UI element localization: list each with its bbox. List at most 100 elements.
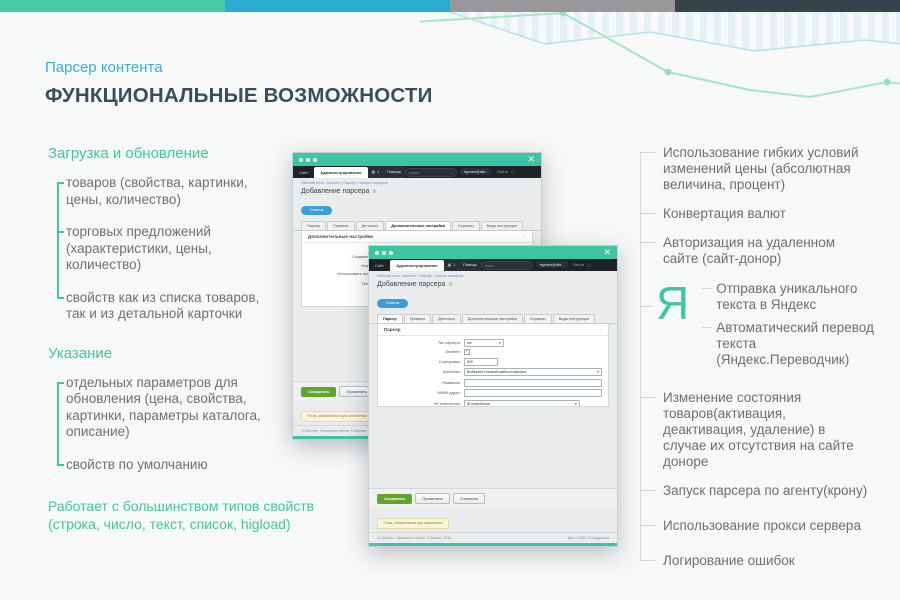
tab-3[interactable]: Детально (432, 314, 461, 323)
field-label: *ID инфоблока: (378, 402, 464, 406)
save-button[interactable]: Сохранить (301, 387, 336, 397)
admin-page-title: Добавление парсера (301, 188, 369, 195)
nav-tab-admin[interactable]: Администрирование (314, 167, 367, 178)
checkbox[interactable]: ✓ (464, 349, 470, 355)
save-button[interactable]: Сохранить (377, 494, 412, 504)
nav-right-links: Выйти▢ (570, 259, 593, 271)
gear-icon: ⚙ (372, 189, 376, 195)
feature-group-list: отдельных параметров для обновления (цен… (45, 375, 305, 474)
chart-point (665, 69, 672, 76)
text-field[interactable] (464, 389, 602, 397)
list-button[interactable]: Список (377, 299, 408, 308)
form-row: Активен:✓ (378, 349, 608, 355)
tabs-overflow-icon[interactable]: ⋮ (529, 224, 533, 230)
tab-5[interactable]: Сервисы (524, 314, 552, 323)
tab-6[interactable]: Виды инструкции (553, 314, 596, 323)
tab-4[interactable]: Дополнительные настройки (462, 314, 523, 323)
feature-item: торговых предложений (характеристики, це… (66, 224, 266, 274)
topbar-color-strip (0, 0, 900, 12)
tab-3[interactable]: Детально (356, 221, 385, 230)
collapse-icon[interactable]: − (599, 327, 602, 332)
tab-6[interactable]: Виды инструкции (481, 221, 524, 230)
window-dot-icon (382, 251, 386, 255)
nav-notification-icon[interactable]: ▦1 (368, 166, 383, 178)
feature-footnote: Работает с большинством типов свойств (с… (48, 497, 338, 533)
search-icon: ⌕ (527, 264, 529, 268)
left-feature-column: Загрузка и обновлениетоваров (свойства, … (45, 145, 305, 533)
presentation-slide: Парсер контента ФУНКЦИОНАЛЬНЫЕ ВОЗМОЖНОС… (0, 0, 900, 600)
admin-page-title-row: Добавление парсера⚙ (293, 187, 541, 198)
breadcrumb: Рабочий стол › Контент › Парсер › Список… (369, 271, 617, 280)
form-row: *ID инфоблока:ID инфоблока ▾ (378, 400, 608, 407)
footer-support-link[interactable]: time: 0.0884 | Техподдержка (568, 536, 609, 540)
footer-copyright: 1С-Битрикс: Управление сайтом. © Битрикс… (377, 536, 451, 540)
user-menu[interactable]: ▾ gerard@site... (460, 168, 492, 175)
right-feature-column: Использование гибких условий изменений ц… (640, 145, 885, 588)
chevron-down-icon: ▾ (499, 341, 501, 345)
user-email: gerard@site... (542, 263, 565, 267)
collapse-icon[interactable]: − (523, 234, 526, 239)
tab-4[interactable]: Дополнительные настройки (385, 221, 451, 230)
select-field[interactable]: Выберите готовый шаблон парсера▾ (464, 368, 602, 376)
field-label: *Название: (378, 381, 464, 385)
search-input[interactable]: поиск⌕ (481, 261, 533, 270)
panel-title: Дополнительные настройки (308, 234, 373, 239)
settings-icon[interactable]: ▢ (511, 170, 514, 174)
close-icon[interactable]: ✕ (527, 155, 535, 164)
chart-point (884, 79, 891, 86)
yandex-logo-letter: Я (656, 280, 689, 326)
field-label: Сортировка: (378, 360, 464, 364)
admin-nav-bar: СайтАдминистрирование▦1Помощьпоиск⌕▾ ger… (293, 166, 541, 178)
gear-icon: ⚙ (448, 282, 452, 288)
form-buttons-row: СохранитьПрименитьОтменить (369, 488, 617, 508)
text-field[interactable]: 500 (464, 358, 498, 366)
tabs-overflow-icon[interactable]: ⋮ (605, 317, 609, 323)
menu-icon: ▦ (372, 170, 375, 174)
logout-link[interactable]: Выйти (573, 263, 584, 267)
admin-page-title-row: Добавление парсера⚙ (369, 280, 617, 291)
select-value: ID инфоблока (467, 402, 490, 406)
apply-button[interactable]: Применить (415, 493, 450, 504)
field-label: WWW-адрес: (378, 391, 464, 395)
form-row: *Название: (378, 379, 608, 387)
tab-2[interactable]: Правила (327, 221, 354, 230)
counter-badge: 1 (453, 263, 455, 267)
search-input[interactable]: поиск⌕ (405, 168, 457, 177)
settings-icon[interactable]: ▢ (587, 263, 590, 267)
search-placeholder: поиск (409, 171, 418, 175)
chevron-down-icon: ▾ (597, 370, 599, 374)
nav-help-link[interactable]: Помощь (459, 259, 481, 271)
feature-item: Запуск парсера по агенту(крону) (640, 483, 868, 499)
menu-icon: ▦ (448, 263, 451, 267)
tab-2[interactable]: Правила (404, 314, 431, 323)
nav-tab-site[interactable]: Сайт (369, 259, 390, 271)
text-field[interactable] (464, 379, 602, 387)
chevron-down-icon: ▾ (575, 402, 577, 406)
feature-item: свойств по умолчанию (66, 457, 266, 474)
cancel-button[interactable]: Отменить (453, 493, 485, 504)
feature-group-list: товаров (свойства, картинки, цены, колич… (45, 175, 305, 323)
feature-item: Автоматический перевод текста (Яндекс.Пе… (702, 320, 888, 368)
chart-striped-area (450, 12, 900, 51)
user-menu[interactable]: ▾ gerard@site... (536, 261, 568, 268)
feature-group-title: Указание (48, 345, 305, 362)
nav-tab-admin[interactable]: Администрирование (390, 260, 443, 271)
nav-help-link[interactable]: Помощь (383, 166, 405, 178)
counter-badge: 1 (377, 170, 379, 174)
nav-notification-icon[interactable]: ▦1 (444, 259, 459, 271)
decorative-line-chart (420, 10, 900, 122)
feature-item: Изменение состояния товаров(активация, д… (640, 390, 868, 470)
tab-1[interactable]: Парсер (377, 314, 403, 323)
tab-5[interactable]: Сервисы (452, 221, 480, 230)
select-field[interactable]: ID инфоблока ▾ (464, 400, 580, 407)
feature-item: Конвертация валют (640, 206, 868, 222)
list-button-row: Список (293, 198, 541, 221)
select-field[interactable]: rss▾ (464, 339, 504, 347)
feature-item: Отправка уникального текста в Яндекс (702, 281, 888, 313)
list-button[interactable]: Список (301, 206, 332, 215)
feature-item: Авторизация на удаленном сайте (сайт-дон… (640, 235, 868, 267)
required-fields-note: *Поля, обязательные для заполнения (301, 411, 373, 422)
close-icon[interactable]: ✕ (603, 248, 611, 257)
required-fields-note: *Поля, обязательные для заполнения (377, 518, 449, 529)
logout-link[interactable]: Выйти (497, 170, 508, 174)
